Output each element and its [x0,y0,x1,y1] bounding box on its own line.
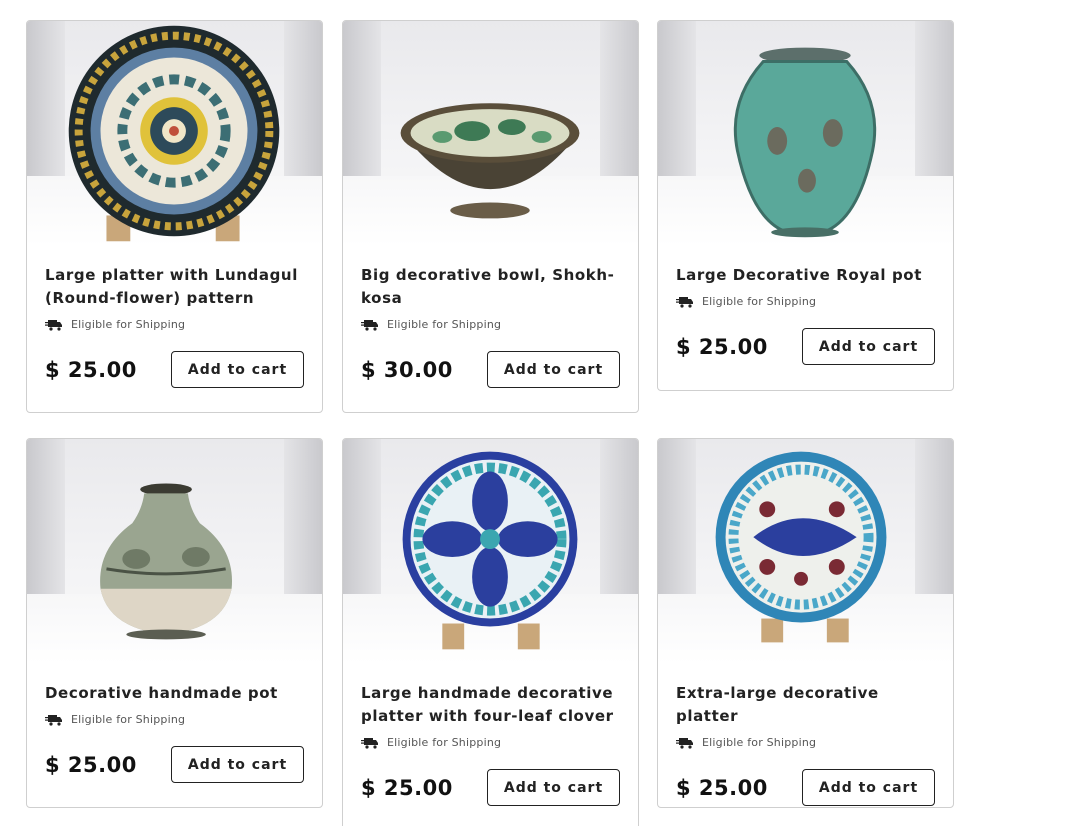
add-to-cart-button[interactable]: Add to cart [802,328,935,365]
shipping-badge: Eligible for Shipping [45,318,304,331]
shipping-badge: Eligible for Shipping [45,713,304,726]
product-price: $ 25.00 [676,334,768,359]
product-grid: Large platter with Lundagul (Round-flowe… [0,0,1088,826]
product-card: Large platter with Lundagul (Round-flowe… [26,20,323,413]
truck-icon [45,319,62,331]
add-to-cart-button[interactable]: Add to cart [487,351,620,388]
add-to-cart-button[interactable]: Add to cart [171,351,304,388]
clover-platter-image[interactable] [343,439,638,664]
add-to-cart-button[interactable]: Add to cart [487,769,620,806]
shipping-badge: Eligible for Shipping [361,736,620,749]
product-title[interactable]: Large handmade decorative platter with f… [361,682,620,728]
bowl-image[interactable] [343,21,638,246]
product-price: $ 25.00 [676,775,768,800]
truck-icon [361,319,378,331]
shipping-badge: Eligible for Shipping [676,295,935,308]
truck-icon [45,714,62,726]
shipping-label: Eligible for Shipping [387,736,502,749]
vase-image[interactable] [658,21,953,246]
product-title[interactable]: Extra-large decorative platter [676,682,935,728]
pot-image[interactable] [27,439,322,664]
shipping-label: Eligible for Shipping [387,318,502,331]
shipping-label: Eligible for Shipping [702,736,817,749]
add-to-cart-button[interactable]: Add to cart [802,769,935,806]
product-card: Extra-large decorative platter Eligible … [657,438,954,808]
product-price: $ 25.00 [45,752,137,777]
product-price: $ 30.00 [361,357,453,382]
product-price: $ 25.00 [45,357,137,382]
truck-icon [361,737,378,749]
product-card: Large Decorative Royal pot Eligible for … [657,20,954,391]
truck-icon [676,296,693,308]
product-card: Decorative handmade pot Eligible for Shi… [26,438,323,808]
product-title[interactable]: Large Decorative Royal pot [676,264,935,287]
shipping-label: Eligible for Shipping [71,713,186,726]
product-price: $ 25.00 [361,775,453,800]
platter-image[interactable] [27,21,322,246]
shipping-badge: Eligible for Shipping [361,318,620,331]
product-card: Large handmade decorative platter with f… [342,438,639,826]
product-title[interactable]: Large platter with Lundagul (Round-flowe… [45,264,304,310]
product-title[interactable]: Decorative handmade pot [45,682,304,705]
add-to-cart-button[interactable]: Add to cart [171,746,304,783]
shipping-badge: Eligible for Shipping [676,736,935,749]
shipping-label: Eligible for Shipping [71,318,186,331]
product-title[interactable]: Big decorative bowl, Shokh-kosa [361,264,620,310]
shipping-label: Eligible for Shipping [702,295,817,308]
product-card: Big decorative bowl, Shokh-kosa Eligible… [342,20,639,413]
fish-platter-image[interactable] [658,439,953,664]
truck-icon [676,737,693,749]
